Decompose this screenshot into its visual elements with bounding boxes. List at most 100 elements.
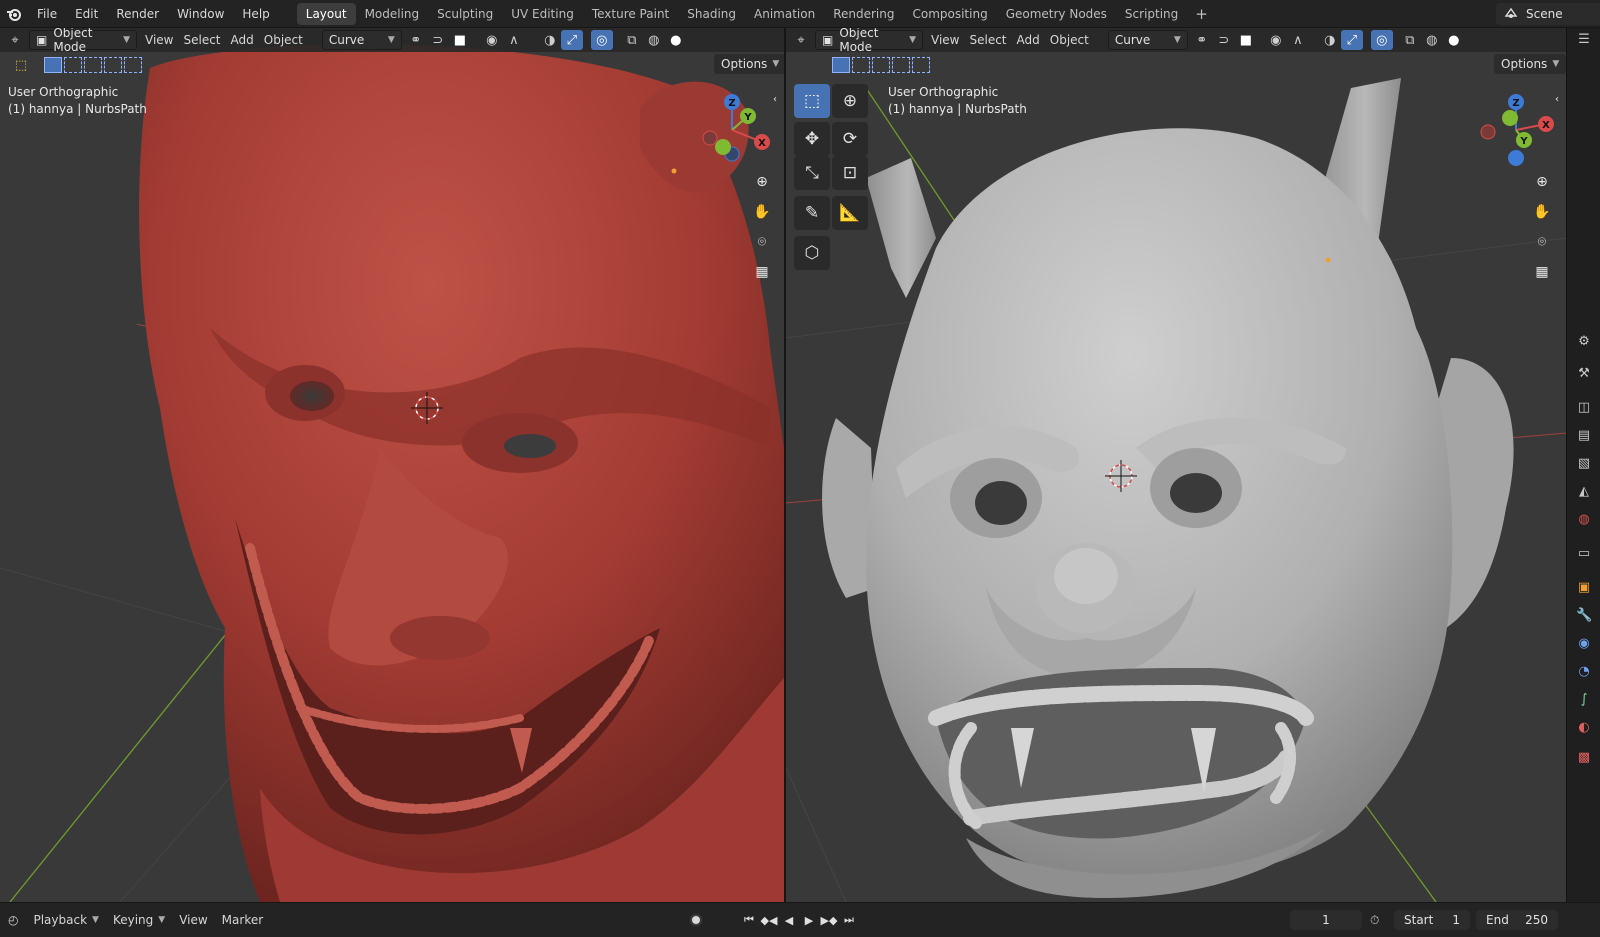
- select-mode-subtract-icon[interactable]: [872, 57, 890, 73]
- move-tool[interactable]: ✥: [794, 122, 830, 156]
- camera-icon[interactable]: ⌾: [751, 231, 773, 253]
- stopwatch-icon[interactable]: ⏱: [1370, 913, 1379, 928]
- zoom-icon[interactable]: ⊕: [1531, 171, 1553, 193]
- jump-start-icon[interactable]: ⏮: [740, 913, 758, 927]
- pan-hand-icon[interactable]: ✋: [751, 201, 773, 223]
- solid-shading-icon[interactable]: ●: [1443, 30, 1465, 50]
- viewport-left-canvas[interactable]: [0, 28, 784, 902]
- cursor-tool[interactable]: ⊕: [832, 84, 868, 118]
- view-menu[interactable]: View: [172, 913, 214, 927]
- menu-help[interactable]: Help: [233, 3, 278, 25]
- navigation-gizmo[interactable]: Z Y X: [690, 88, 774, 172]
- menu-window[interactable]: Window: [168, 3, 233, 25]
- select-mode-invert-icon[interactable]: [104, 57, 122, 73]
- menu-edit[interactable]: Edit: [66, 3, 107, 25]
- select-mode-new-icon[interactable]: [832, 57, 850, 73]
- grid-view-icon[interactable]: ▦: [1531, 261, 1553, 283]
- pivot-icon[interactable]: ⚭: [1191, 30, 1213, 50]
- overlay-toggle-icon[interactable]: ◎: [1370, 30, 1393, 50]
- active-tool-icon[interactable]: ⬚: [10, 55, 32, 75]
- record-icon[interactable]: [690, 914, 702, 926]
- menu-object[interactable]: Object: [259, 30, 308, 50]
- gizmo-toggle-icon[interactable]: ⤢: [1340, 30, 1363, 50]
- view-layer-icon[interactable]: ▧: [1576, 456, 1592, 472]
- select-mode-extend-icon[interactable]: [852, 57, 870, 73]
- tab-scripting[interactable]: Scripting: [1116, 3, 1187, 25]
- blender-logo-icon[interactable]: [0, 0, 28, 28]
- gizmo-toggle-icon[interactable]: ⤢: [560, 30, 583, 50]
- measure-tool[interactable]: 📐: [832, 196, 868, 230]
- menu-select[interactable]: Select: [964, 30, 1011, 50]
- menu-add[interactable]: Add: [1012, 30, 1045, 50]
- select-mode-invert-icon[interactable]: [892, 57, 910, 73]
- tab-compositing[interactable]: Compositing: [903, 3, 996, 25]
- zoom-icon[interactable]: ⊕: [751, 171, 773, 193]
- navigation-gizmo[interactable]: Z X Y: [1474, 88, 1558, 172]
- editor-type-icon[interactable]: ⌖: [790, 30, 812, 50]
- menu-render[interactable]: Render: [107, 3, 168, 25]
- object-mode-dropdown[interactable]: ▣ Object Mode ▼: [29, 28, 137, 54]
- grid-view-icon[interactable]: ▦: [751, 261, 773, 283]
- add-cube-tool[interactable]: ⬡: [794, 236, 830, 270]
- options-dropdown[interactable]: Options ▼: [714, 54, 784, 74]
- menu-file[interactable]: File: [28, 3, 66, 25]
- tool-properties-icon[interactable]: ⚒: [1576, 366, 1592, 382]
- collection-properties-icon[interactable]: ▭: [1576, 546, 1592, 562]
- tab-sculpting[interactable]: Sculpting: [428, 3, 502, 25]
- scale-tool[interactable]: ⤡: [794, 156, 830, 190]
- select-mode-new-icon[interactable]: [44, 57, 62, 73]
- jump-keyframe-back-icon[interactable]: ◆◀: [760, 914, 778, 927]
- start-frame-field[interactable]: Start 1: [1394, 910, 1470, 930]
- object-mode-dropdown[interactable]: ▣ Object Mode ▼: [815, 28, 923, 54]
- transform-orientation-dropdown[interactable]: Curve ▼: [321, 30, 402, 50]
- tab-texture-paint[interactable]: Texture Paint: [583, 3, 678, 25]
- scene-properties-icon[interactable]: ◭: [1576, 484, 1592, 500]
- curve-data-icon[interactable]: ∫: [1576, 692, 1592, 708]
- menu-view[interactable]: View: [140, 30, 178, 50]
- transform-orientation-dropdown[interactable]: Curve ▼: [1107, 30, 1188, 50]
- camera-icon[interactable]: ⌾: [1531, 231, 1553, 253]
- modifier-properties-icon[interactable]: 🔧: [1576, 608, 1592, 624]
- select-mode-intersect-icon[interactable]: [124, 57, 142, 73]
- menu-view[interactable]: View: [926, 30, 964, 50]
- options-dropdown[interactable]: Options ▼: [1494, 54, 1566, 74]
- visibility-icon[interactable]: ◑: [539, 30, 561, 50]
- wireframe-shading-icon[interactable]: ◍: [643, 30, 665, 50]
- toggle-sidebar-icon[interactable]: ‹: [1550, 88, 1564, 110]
- outliner-icon[interactable]: ☰: [1576, 32, 1592, 48]
- snap-target-icon[interactable]: ■: [1235, 30, 1257, 50]
- jump-end-icon[interactable]: ⏭: [840, 913, 858, 927]
- select-box-tool[interactable]: ⬚: [794, 84, 830, 118]
- marker-menu[interactable]: Marker: [215, 913, 270, 927]
- tab-rendering[interactable]: Rendering: [824, 3, 903, 25]
- viewport-left[interactable]: ⌖ ▣ Object Mode ▼ View Select Add Object…: [0, 28, 784, 902]
- viewport-right-canvas[interactable]: [786, 28, 1566, 902]
- select-mode-intersect-icon[interactable]: [912, 57, 930, 73]
- select-mode-subtract-icon[interactable]: [84, 57, 102, 73]
- keying-menu[interactable]: Keying ▼: [106, 913, 172, 927]
- visibility-icon[interactable]: ◑: [1319, 30, 1341, 50]
- tab-uv-editing[interactable]: UV Editing: [502, 3, 583, 25]
- particles-properties-icon[interactable]: ◉: [1576, 636, 1592, 652]
- play-icon[interactable]: ▶: [800, 914, 818, 927]
- falloff-icon[interactable]: ∧: [1287, 30, 1309, 50]
- toggle-sidebar-icon[interactable]: ‹: [768, 88, 782, 110]
- solid-shading-icon[interactable]: ●: [665, 30, 687, 50]
- play-reverse-icon[interactable]: ◀: [780, 914, 798, 927]
- playback-menu[interactable]: Playback ▼: [26, 913, 105, 927]
- timeline-editor-icon[interactable]: ◴: [0, 913, 26, 927]
- output-properties-icon[interactable]: ▤: [1576, 428, 1592, 444]
- editor-type-icon[interactable]: ⌖: [4, 30, 26, 50]
- snap-icon[interactable]: ⊃: [1213, 30, 1235, 50]
- annotate-tool[interactable]: ✎: [794, 196, 830, 230]
- pivot-icon[interactable]: ⚭: [405, 30, 427, 50]
- properties-editor-icon[interactable]: ⚙: [1576, 334, 1592, 350]
- overlay-toggle-icon[interactable]: ◎: [590, 30, 613, 50]
- transform-tool[interactable]: ⊡: [832, 156, 868, 190]
- material-properties-icon[interactable]: ◐: [1576, 720, 1592, 736]
- add-workspace-icon[interactable]: +: [1187, 5, 1216, 23]
- world-properties-icon[interactable]: ◍: [1576, 512, 1592, 528]
- current-frame-field[interactable]: 1: [1290, 910, 1362, 930]
- end-frame-field[interactable]: End 250: [1476, 910, 1558, 930]
- tab-layout[interactable]: Layout: [296, 2, 356, 25]
